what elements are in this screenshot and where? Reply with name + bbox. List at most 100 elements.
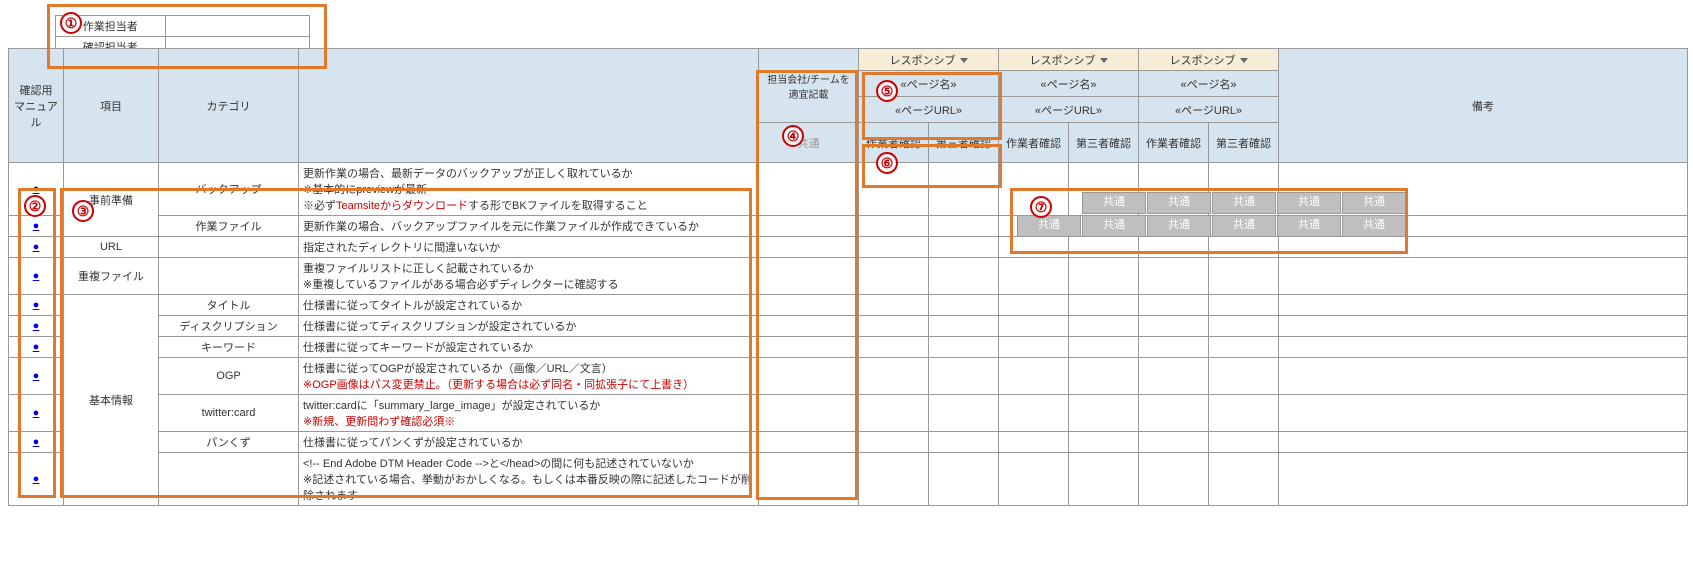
manual-link[interactable]: ● (33, 341, 40, 353)
team-cell[interactable] (759, 258, 859, 295)
manual-link-cell[interactable]: ● (9, 216, 64, 237)
check-cell[interactable] (859, 453, 929, 506)
manual-link[interactable]: ● (33, 320, 40, 332)
page-name-3[interactable]: «ページ名» (1139, 71, 1279, 97)
page-name-1[interactable]: «ページ名» (859, 71, 999, 97)
manual-link[interactable]: ● (33, 270, 40, 282)
common-button[interactable]: 共通 (1342, 192, 1406, 214)
remarks-cell[interactable] (1279, 337, 1688, 358)
check-cell[interactable] (999, 316, 1069, 337)
check-cell[interactable] (859, 237, 929, 258)
common-button[interactable]: 共通 (1147, 192, 1211, 214)
common-button[interactable]: 共通 (1082, 215, 1146, 237)
check-cell[interactable] (859, 295, 929, 316)
check-cell[interactable] (1139, 295, 1209, 316)
check-cell[interactable] (1069, 295, 1139, 316)
check-cell[interactable] (1139, 432, 1209, 453)
manual-link-cell[interactable]: ● (9, 163, 64, 216)
team-cell[interactable] (759, 358, 859, 395)
check-cell[interactable] (1139, 258, 1209, 295)
manual-link-cell[interactable]: ● (9, 237, 64, 258)
remarks-cell[interactable] (1279, 395, 1688, 432)
remarks-cell[interactable] (1279, 237, 1688, 258)
team-cell[interactable] (759, 163, 859, 216)
check-cell[interactable] (1139, 237, 1209, 258)
common-button[interactable]: 共通 (1277, 215, 1341, 237)
check-cell[interactable] (929, 432, 999, 453)
check-cell[interactable] (1069, 395, 1139, 432)
check-cell[interactable] (1209, 432, 1279, 453)
check-cell[interactable] (1069, 316, 1139, 337)
team-cell[interactable] (759, 432, 859, 453)
team-cell[interactable] (759, 395, 859, 432)
remarks-cell[interactable] (1279, 358, 1688, 395)
remarks-cell[interactable] (1279, 453, 1688, 506)
check-cell[interactable] (999, 258, 1069, 295)
manual-link[interactable]: ● (33, 299, 40, 311)
check-cell[interactable] (999, 295, 1069, 316)
page-name-2[interactable]: «ページ名» (999, 71, 1139, 97)
check-cell[interactable] (1209, 237, 1279, 258)
check-cell[interactable] (1209, 258, 1279, 295)
check-cell[interactable] (929, 163, 999, 216)
responsive-header-3[interactable]: レスポンシブ (1139, 49, 1279, 71)
check-cell[interactable] (999, 337, 1069, 358)
check-cell[interactable] (999, 395, 1069, 432)
check-cell[interactable] (929, 337, 999, 358)
check-cell[interactable] (1139, 395, 1209, 432)
check-cell[interactable] (1069, 453, 1139, 506)
responsive-header-2[interactable]: レスポンシブ (999, 49, 1139, 71)
check-cell[interactable] (999, 453, 1069, 506)
check-cell[interactable] (859, 216, 929, 237)
page-url-2[interactable]: «ページURL» (999, 97, 1139, 123)
manual-link[interactable]: ● (33, 241, 40, 253)
check-cell[interactable] (859, 432, 929, 453)
manual-link[interactable]: ● (33, 436, 40, 448)
check-cell[interactable] (999, 432, 1069, 453)
team-cell[interactable] (759, 337, 859, 358)
check-cell[interactable] (1209, 337, 1279, 358)
team-cell[interactable] (759, 216, 859, 237)
manual-link[interactable]: ● (33, 370, 40, 382)
check-cell[interactable] (999, 237, 1069, 258)
check-cell[interactable] (929, 453, 999, 506)
common-button[interactable]: 共通 (1342, 215, 1406, 237)
check-cell[interactable] (1209, 358, 1279, 395)
team-cell[interactable] (759, 453, 859, 506)
remarks-cell[interactable] (1279, 295, 1688, 316)
check-cell[interactable] (1069, 337, 1139, 358)
common-button[interactable]: 共通 (1147, 215, 1211, 237)
manual-link-cell[interactable]: ● (9, 316, 64, 337)
manual-link-cell[interactable]: ● (9, 295, 64, 316)
manual-link-cell[interactable]: ● (9, 358, 64, 395)
check-cell[interactable] (929, 258, 999, 295)
check-cell[interactable] (1209, 295, 1279, 316)
check-cell[interactable] (929, 358, 999, 395)
team-cell[interactable] (759, 237, 859, 258)
common-button[interactable]: 共通 (1082, 192, 1146, 214)
check-cell[interactable] (999, 358, 1069, 395)
check-cell[interactable] (929, 395, 999, 432)
manual-link-cell[interactable]: ● (9, 337, 64, 358)
check-cell[interactable] (859, 163, 929, 216)
check-cell[interactable] (1209, 316, 1279, 337)
check-cell[interactable] (859, 258, 929, 295)
common-button[interactable]: 共通 (1017, 215, 1081, 237)
common-button[interactable]: 共通 (1212, 215, 1276, 237)
check-cell[interactable] (859, 395, 929, 432)
manual-link[interactable]: ● (33, 407, 40, 419)
manual-link-cell[interactable]: ● (9, 453, 64, 506)
check-cell[interactable] (859, 337, 929, 358)
page-url-1[interactable]: «ページURL» (859, 97, 999, 123)
check-cell[interactable] (1139, 337, 1209, 358)
check-cell[interactable] (1069, 432, 1139, 453)
check-cell[interactable] (929, 237, 999, 258)
check-cell[interactable] (1139, 453, 1209, 506)
check-cell[interactable] (859, 358, 929, 395)
check-cell[interactable] (1209, 395, 1279, 432)
team-cell[interactable] (759, 316, 859, 337)
common-button[interactable]: 共通 (1277, 192, 1341, 214)
check-cell[interactable] (1069, 358, 1139, 395)
manual-link[interactable]: ● (33, 183, 40, 195)
check-cell[interactable] (1209, 453, 1279, 506)
